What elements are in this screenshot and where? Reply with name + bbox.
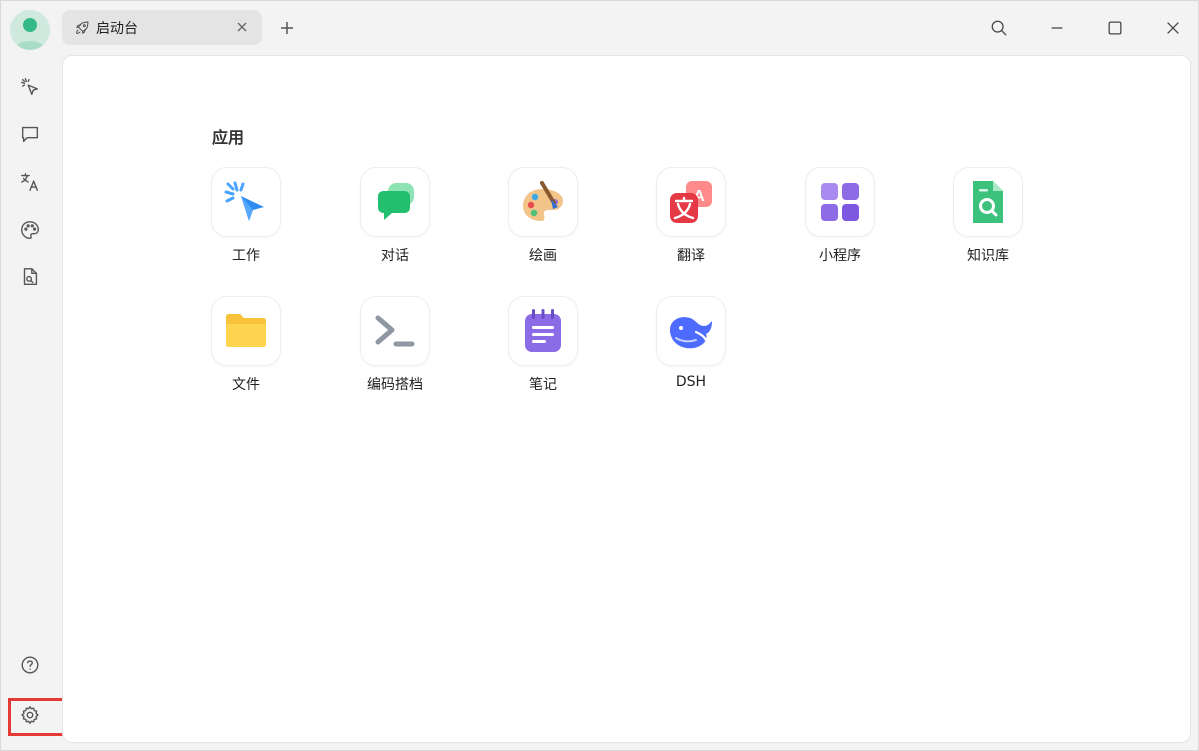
close-icon: [1167, 22, 1179, 34]
app-tile: [508, 167, 578, 237]
main-panel: 应用 工作 对话 绘画 A 翻译 小程序 知识库 文件 编码搭档 笔记 DSH: [62, 55, 1191, 743]
sidebar-item-knowledge[interactable]: [14, 261, 46, 293]
search-button[interactable]: [983, 12, 1015, 44]
avatar[interactable]: [10, 10, 50, 50]
app-label: 编码搭档: [367, 377, 423, 393]
app-mini-program[interactable]: 小程序: [785, 167, 895, 271]
app-tile: A: [656, 167, 726, 237]
app-label: 小程序: [819, 248, 861, 264]
cursor-sparkle-icon: [224, 181, 264, 221]
tab-launchpad[interactable]: 启动台: [62, 10, 262, 45]
app-tile: [953, 167, 1023, 237]
document-search-icon: [23, 268, 38, 286]
app-tile: [656, 296, 726, 366]
app-label: 翻译: [677, 248, 705, 264]
cursor-sparkle-icon: [21, 78, 39, 96]
app-label: DSH: [675, 374, 707, 390]
sidebar: [0, 0, 67, 751]
app-tile: [360, 167, 430, 237]
close-icon: [237, 22, 247, 32]
app-label: 工作: [232, 248, 260, 264]
tab-close-button[interactable]: [234, 19, 250, 35]
app-label: 知识库: [967, 248, 1009, 264]
app-tile: [508, 296, 578, 366]
maximize-button[interactable]: [1099, 12, 1131, 44]
app-code-partner[interactable]: 编码搭档: [340, 296, 450, 400]
document-search-icon: [973, 181, 1003, 223]
app-translate[interactable]: A 翻译: [636, 167, 746, 271]
new-tab-button[interactable]: [274, 15, 300, 41]
app-label: 绘画: [529, 248, 557, 264]
help-button[interactable]: [14, 649, 46, 681]
sidebar-item-paint[interactable]: [14, 214, 46, 246]
minimize-button[interactable]: [1041, 12, 1073, 44]
app-notes[interactable]: 笔记: [488, 296, 598, 400]
palette-icon: [21, 221, 39, 239]
minimize-icon: [1051, 27, 1063, 29]
app-tile: [360, 296, 430, 366]
chat-bubble-icon: [378, 183, 414, 220]
app-files[interactable]: 文件: [191, 296, 301, 400]
maximize-icon: [1108, 21, 1122, 35]
sidebar-item-work[interactable]: [14, 71, 46, 103]
section-title: 应用: [212, 128, 245, 147]
rocket-icon: [74, 20, 90, 36]
settings-button[interactable]: [14, 699, 46, 731]
tab-label: 启动台: [96, 20, 138, 37]
palette-icon: [523, 181, 563, 221]
sidebar-item-chat[interactable]: [14, 118, 46, 150]
app-knowledge-base[interactable]: 知识库: [933, 167, 1043, 271]
app-label: 笔记: [529, 377, 557, 393]
sidebar-item-translate[interactable]: [14, 166, 46, 198]
app-label: 文件: [232, 377, 260, 393]
terminal-icon: [375, 315, 415, 347]
app-work[interactable]: 工作: [191, 167, 301, 271]
help-icon: [21, 656, 39, 674]
translate-icon: [21, 173, 39, 191]
app-tile: [805, 167, 875, 237]
close-window-button[interactable]: [1157, 12, 1189, 44]
app-label: 对话: [381, 248, 409, 264]
search-icon: [991, 20, 1007, 36]
app-tile: [211, 296, 281, 366]
whale-icon: [670, 317, 712, 349]
gear-icon: [21, 706, 39, 724]
folder-icon: [226, 314, 266, 347]
translate-icon: A: [670, 181, 712, 223]
chat-bubble-icon: [21, 126, 39, 143]
app-paint[interactable]: 绘画: [488, 167, 598, 271]
notepad-icon: [525, 309, 561, 352]
app-tile: [211, 167, 281, 237]
app-chat[interactable]: 对话: [340, 167, 450, 271]
plus-icon: [281, 22, 293, 34]
grid-apps-icon: [821, 183, 859, 221]
app-dsh[interactable]: DSH: [636, 296, 746, 400]
